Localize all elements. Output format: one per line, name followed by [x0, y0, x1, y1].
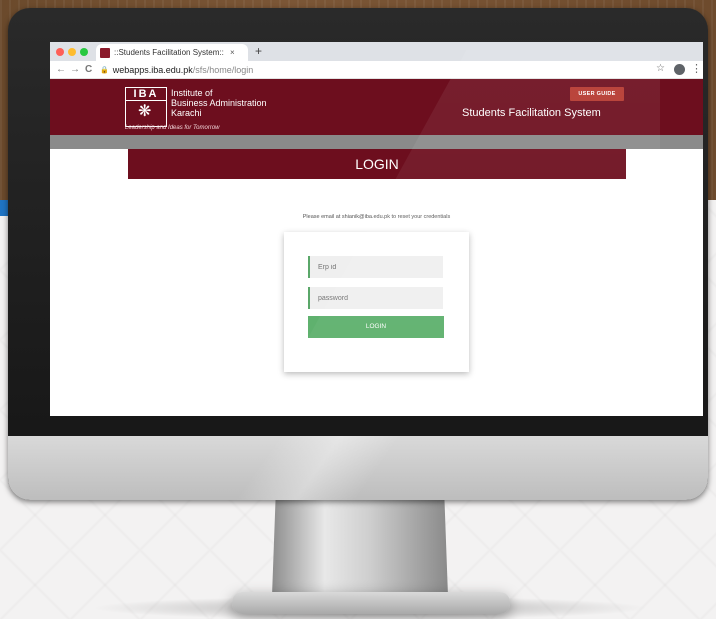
login-banner: LOGIN	[128, 149, 626, 179]
browser-toolbar: ← → C 🔒 webapps.iba.edu.pk /sfs/home/log…	[50, 61, 703, 79]
new-tab-icon[interactable]: +	[255, 44, 262, 59]
reset-credentials-note: Please email at shianik@iba.edu.pk to re…	[302, 214, 451, 220]
maximize-window-icon[interactable]	[80, 48, 88, 56]
iba-logo-text: IBA	[126, 88, 166, 101]
user-guide-button[interactable]: USER GUIDE	[570, 87, 624, 101]
tab-title: ::Students Facilitation System::	[114, 48, 224, 57]
system-title: Students Facilitation System	[462, 107, 601, 119]
site-header: IBA ❋ Institute of Business Administrati…	[50, 79, 703, 135]
address-bar[interactable]: 🔒 webapps.iba.edu.pk /sfs/home/login	[100, 63, 660, 77]
forward-icon[interactable]: →	[70, 63, 80, 76]
monitor: ::Students Facilitation System:: × + ← →…	[8, 8, 708, 500]
monitor-stand-base	[232, 592, 510, 614]
erp-id-input[interactable]	[308, 256, 443, 278]
iba-logo[interactable]: IBA ❋	[125, 87, 167, 127]
browser-tabstrip: ::Students Facilitation System:: × +	[50, 42, 703, 61]
screen: ::Students Facilitation System:: × + ← →…	[50, 42, 703, 416]
institute-line-3: Karachi	[171, 108, 202, 118]
favicon-icon	[100, 47, 110, 58]
url-host: webapps.iba.edu.pk	[112, 65, 193, 75]
lock-icon: 🔒	[100, 67, 109, 74]
iba-emblem-icon: ❋	[138, 103, 152, 120]
reload-icon[interactable]: C	[85, 63, 92, 76]
back-icon[interactable]: ←	[56, 63, 66, 76]
password-input[interactable]	[308, 287, 443, 309]
institute-name: Institute of Business Administration Kar…	[171, 88, 267, 118]
tagline: Leadership and Ideas for Tomorrow	[125, 125, 220, 131]
browser-tab[interactable]: ::Students Facilitation System:: ×	[96, 44, 248, 61]
monitor-stand	[272, 500, 448, 596]
login-button[interactable]: LOGIN	[308, 316, 444, 338]
url-path: /sfs/home/login	[192, 65, 254, 75]
header-divider-band	[50, 135, 703, 149]
profile-avatar-icon[interactable]	[674, 64, 685, 75]
close-window-icon[interactable]	[56, 48, 64, 56]
institute-line-1: Institute of	[171, 88, 213, 98]
login-card: LOGIN	[284, 232, 469, 372]
tab-close-icon[interactable]: ×	[230, 48, 235, 57]
minimize-window-icon[interactable]	[68, 48, 76, 56]
bookmark-star-icon[interactable]: ☆	[656, 63, 665, 74]
institute-line-2: Business Administration	[171, 98, 267, 108]
browser-menu-icon[interactable]: ⋮	[691, 62, 702, 75]
